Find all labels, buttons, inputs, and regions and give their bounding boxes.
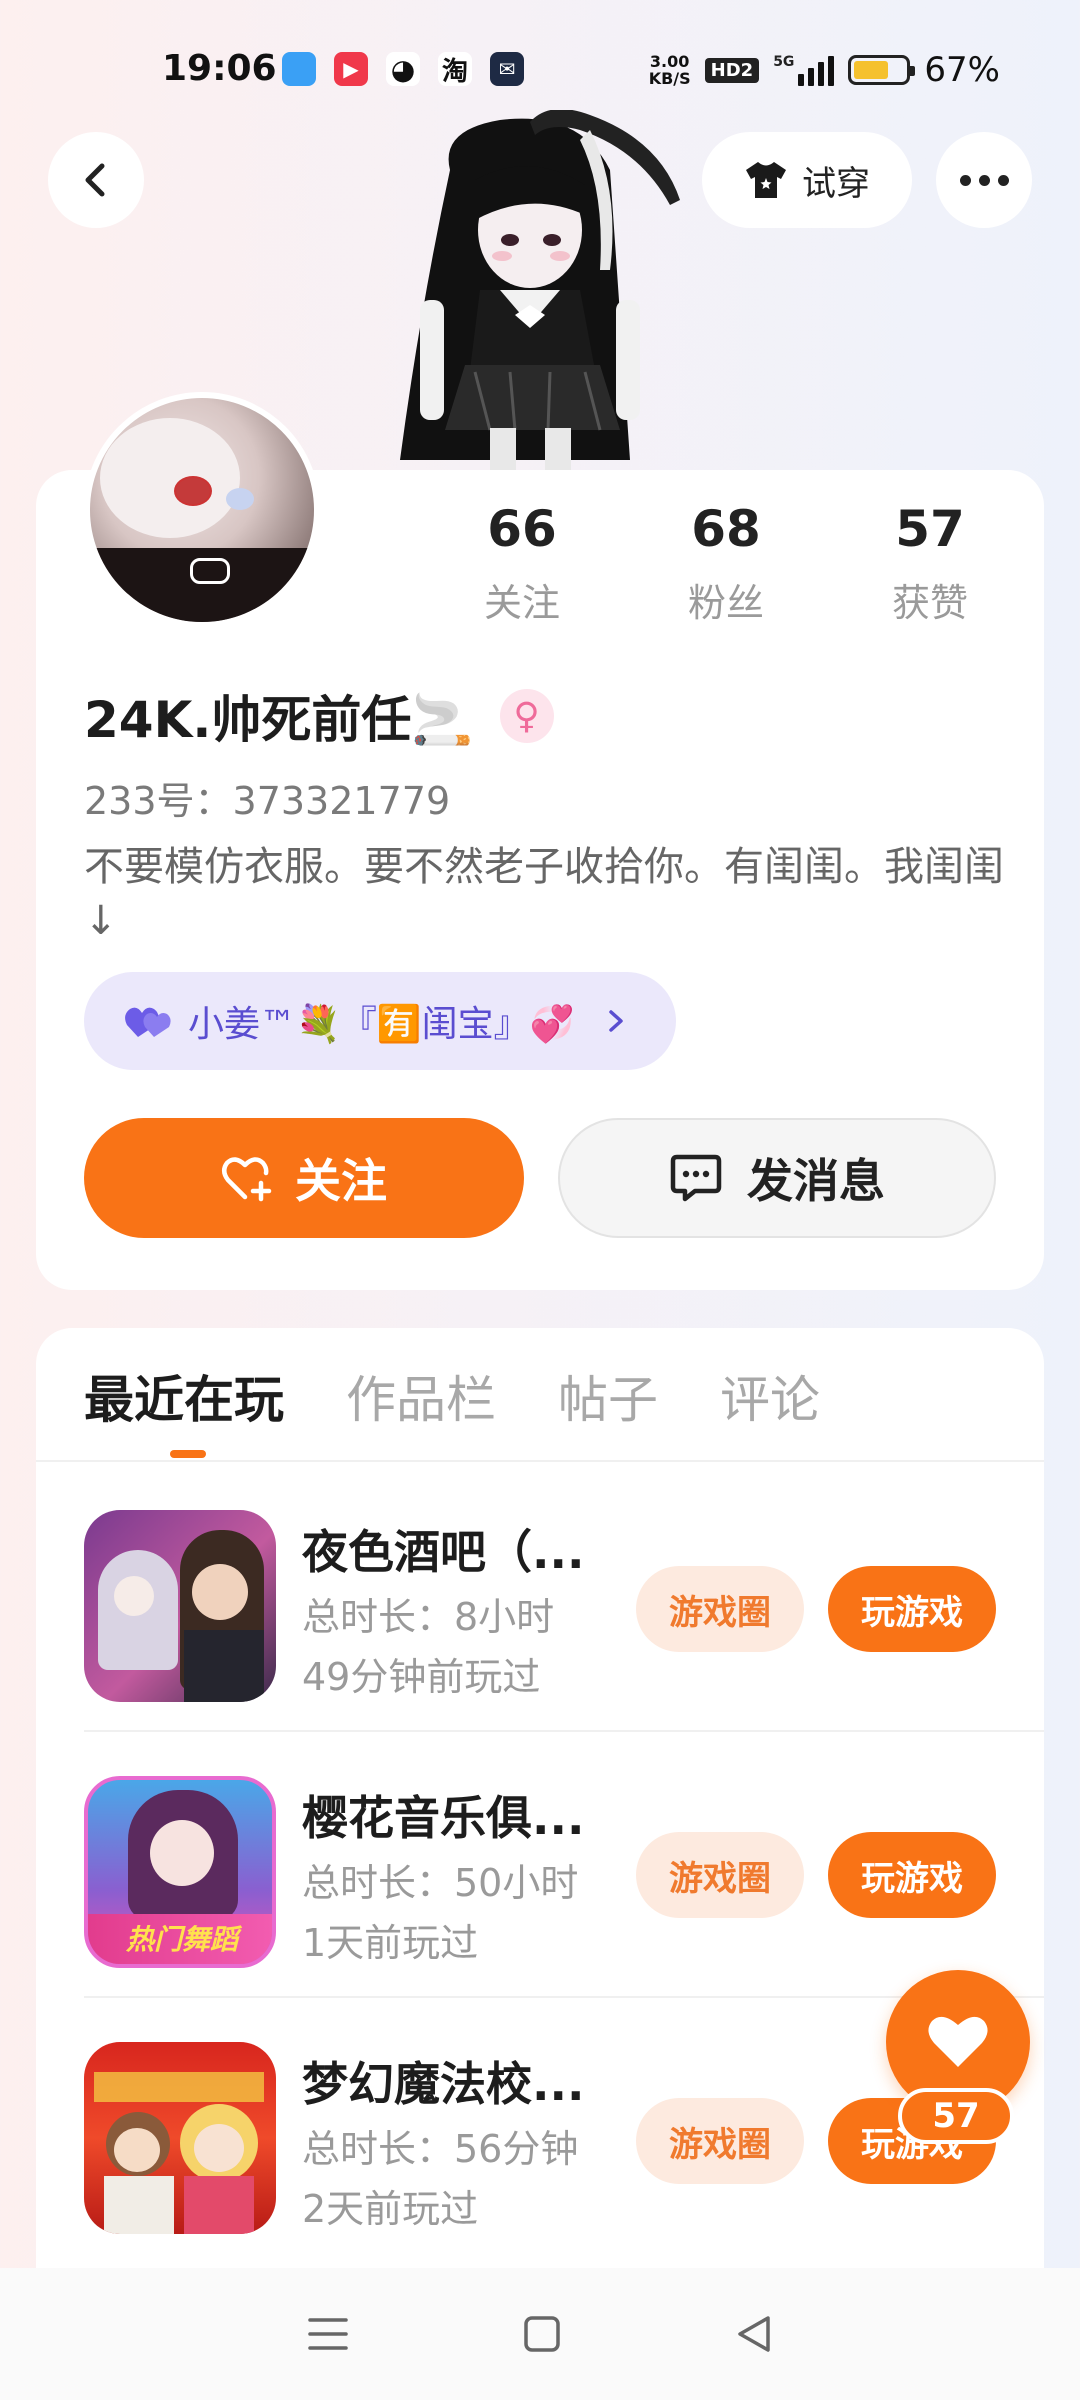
game-total-time: 总时长：50小时 <box>302 1861 579 1905</box>
game-icon-magic-school <box>84 2042 276 2234</box>
double-heart-icon <box>125 1007 171 1037</box>
game-name: 夜色酒吧（... <box>302 1525 585 1579</box>
send-message-label: 发消息 <box>747 1154 885 1208</box>
game-icon-caption: 热门舞蹈 <box>125 1923 238 1956</box>
play-game-button[interactable]: 玩游戏 <box>828 1832 996 1918</box>
game-total-time: 总时长：56分钟 <box>302 2127 579 2171</box>
game-last-played: 2天前玩过 <box>302 2187 479 2231</box>
taobao-icon: 淘 <box>438 52 472 87</box>
follow-button[interactable]: 关注 <box>84 1118 524 1238</box>
status-indicators: 3.00 KB/S HD2 5G 67% <box>649 50 1000 90</box>
game-name: 樱花音乐俱... <box>302 1791 585 1845</box>
try-on-button[interactable]: 试穿 <box>702 132 912 228</box>
stat-label: 粉丝 <box>687 581 764 625</box>
tab-comments[interactable]: 评论 <box>720 1360 820 1432</box>
tab-recently-played[interactable]: 最近在玩 <box>84 1360 284 1432</box>
stat-value: 57 <box>895 500 965 558</box>
follow-label: 关注 <box>295 1154 387 1208</box>
game-last-played: 49分钟前玩过 <box>302 1655 541 1699</box>
battery-percent: 67% <box>924 50 1000 90</box>
tshirt-icon <box>746 162 786 198</box>
game-total-time: 总时长：8小时 <box>302 1595 555 1639</box>
net-speed: 3.00 KB/S <box>649 53 691 87</box>
cp-relation-pill[interactable]: 小姜™💐『🈶闺宝』💞 <box>84 972 676 1070</box>
chevron-right-icon <box>609 1010 624 1032</box>
notification-icons: ▶ ◕ 淘 ✉ <box>282 52 524 87</box>
game-name: 梦幻魔法校... <box>302 2057 585 2111</box>
send-message-button[interactable]: 发消息 <box>558 1118 996 1238</box>
video-app-icon: ▶ <box>334 52 368 86</box>
game-circle-button[interactable]: 游戏圈 <box>636 1832 804 1918</box>
female-gender-icon: ♀ <box>499 689 554 743</box>
stat-value: 66 <box>487 500 557 558</box>
system-nav-bar <box>0 2268 1080 2400</box>
more-options-button[interactable] <box>936 132 1032 228</box>
heart-icon <box>928 2016 988 2067</box>
wechat-icon: ◕ <box>386 52 420 86</box>
menu-icon[interactable] <box>306 2314 350 2354</box>
user-id[interactable]: 233号：373321779 <box>84 770 450 825</box>
tabs-divider <box>36 1460 1044 1462</box>
battery-icon <box>848 55 916 85</box>
try-on-label: 试穿 <box>802 163 870 204</box>
chevron-left-icon <box>85 163 105 197</box>
back-button[interactable] <box>48 132 144 228</box>
chat-bubble-icon <box>670 1154 722 1202</box>
tab-works[interactable]: 作品栏 <box>346 1360 496 1432</box>
home-icon[interactable] <box>522 2314 562 2354</box>
username: 24K.帅死前任🚬 <box>84 691 474 749</box>
game-icon-night-bar <box>84 1510 276 1702</box>
user-bio: 不要模仿衣服。要不然老子收拾你。有闺闺。我闺闺↓ <box>84 844 1004 944</box>
hd-badge: HD2 <box>704 57 760 83</box>
game-last-played: 1天前玩过 <box>302 1921 479 1965</box>
battery-fill <box>854 61 888 79</box>
cp-label: 小姜™💐『🈶闺宝』💞 <box>188 1004 575 1045</box>
stat-followers[interactable]: 68 粉丝 <box>624 500 828 627</box>
game-circle-button[interactable]: 游戏圈 <box>636 1566 804 1652</box>
more-dot-icon <box>959 174 971 186</box>
network-type: 5G <box>773 54 795 70</box>
heart-plus-icon <box>222 1157 272 1202</box>
status-time: 19:06 <box>162 48 277 89</box>
username-row: 24K.帅死前任🚬 ♀ <box>84 680 554 752</box>
play-game-button[interactable]: 玩游戏 <box>828 1566 996 1652</box>
signal-icon: 5G <box>773 54 835 86</box>
stat-following[interactable]: 66 关注 <box>420 500 624 627</box>
game-list-item[interactable]: 热门舞蹈 樱花音乐俱... 总时长：50小时 1天前玩过 游戏圈 玩游戏 <box>84 1732 1044 1998</box>
game-list-item[interactable]: 夜色酒吧（... 总时长：8小时 49分钟前玩过 游戏圈 玩游戏 <box>84 1466 1044 1732</box>
profile-tabs: 最近在玩 作品栏 帖子 评论 <box>84 1360 820 1432</box>
stat-label: 获赞 <box>891 581 968 625</box>
character-avatar-figure[interactable] <box>380 110 710 470</box>
active-tab-indicator <box>170 1450 206 1458</box>
net-speed-value: 3.00 <box>649 52 690 71</box>
back-triangle-icon[interactable] <box>734 2314 774 2354</box>
stat-likes[interactable]: 57 获赞 <box>828 500 1032 627</box>
profile-avatar[interactable] <box>84 392 320 628</box>
game-circle-button[interactable]: 游戏圈 <box>636 2098 804 2184</box>
mail-app-icon: ✉ <box>490 52 524 86</box>
stat-value: 68 <box>691 500 761 558</box>
stat-label: 关注 <box>483 581 560 625</box>
game-icon-sakura-music: 热门舞蹈 <box>84 1776 276 1968</box>
app-notification-icon <box>282 52 316 86</box>
profile-stats: 66 关注 68 粉丝 57 获赞 <box>420 500 1040 627</box>
net-speed-unit: KB/S <box>648 69 691 88</box>
tab-posts[interactable]: 帖子 <box>558 1360 658 1432</box>
like-count-badge: 57 <box>898 2088 1014 2144</box>
